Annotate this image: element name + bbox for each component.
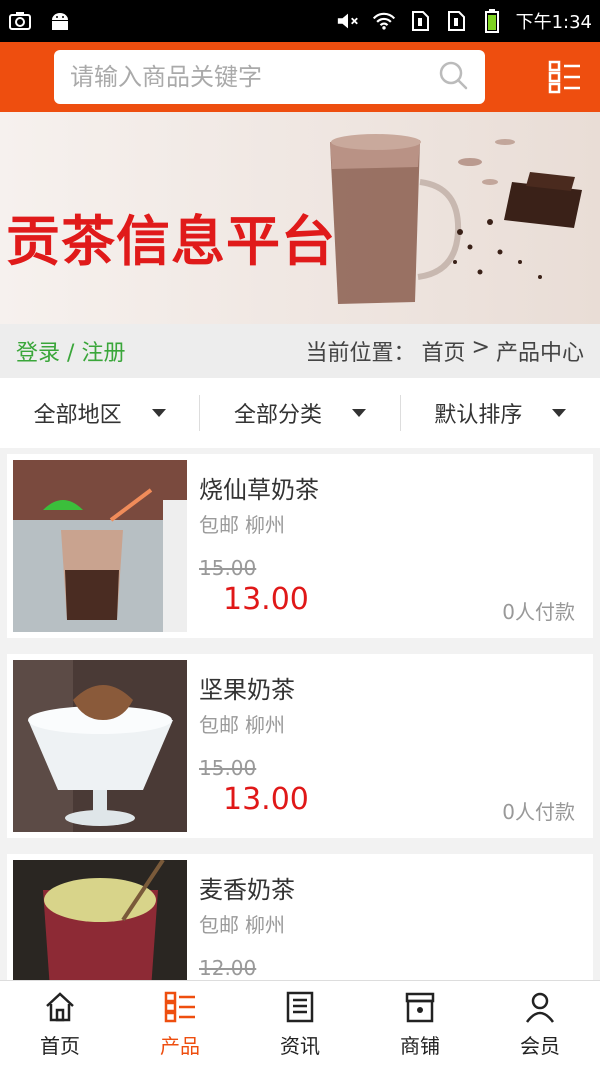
nav-news-label: 资讯 [280, 1033, 320, 1058]
filter-region[interactable]: 全部地区 [0, 395, 201, 431]
original-price: 15.00 [199, 556, 257, 580]
search-input[interactable] [70, 63, 437, 91]
status-time: 下午1:34 [515, 12, 592, 33]
product-name[interactable]: 烧仙草奶茶 [199, 470, 319, 505]
city-label: 柳州 [245, 913, 285, 937]
caret-down-icon [552, 409, 567, 417]
nav-shop[interactable]: 商铺 [360, 981, 480, 1067]
original-price: 15.00 [199, 756, 257, 780]
nav-home[interactable]: 首页 [0, 981, 120, 1067]
caret-down-icon [151, 409, 166, 417]
original-price: 12.00 [199, 956, 257, 980]
filter-category-label: 全部分类 [233, 403, 322, 428]
shop-icon [405, 992, 435, 1022]
products-icon [164, 991, 195, 1022]
caret-down-icon [352, 409, 366, 417]
product-image[interactable] [13, 660, 187, 832]
sold-count: 0人付款 [502, 600, 575, 624]
filter-sort-label: 默认排序 [434, 403, 523, 428]
news-icon [286, 991, 314, 1022]
search-icon[interactable] [437, 59, 469, 95]
bottom-nav: 首页 产品 资讯 商铺 会员 [0, 980, 600, 1067]
login-separator: / [67, 341, 75, 366]
category-menu-icon[interactable] [548, 60, 582, 94]
product-card[interactable]: 烧仙草奶茶 包邮 柳州 15.00 13.00 0人付款 [7, 454, 593, 638]
breadcrumb: 当前位置： 首页 > 产品中心 [306, 335, 584, 367]
product-card[interactable]: 麦香奶茶 包邮 柳州 12.00 [7, 854, 593, 980]
banner[interactable]: 贡茶信息平台 [0, 112, 600, 324]
home-icon [46, 991, 74, 1021]
product-meta: 包邮 柳州 [199, 909, 285, 938]
product-meta: 包邮 柳州 [199, 509, 285, 538]
breadcrumb-arrow: > [471, 335, 490, 360]
sim2-icon [444, 10, 468, 32]
register-label[interactable]: 注册 [81, 341, 125, 366]
filter-sort[interactable]: 默认排序 [401, 395, 600, 431]
product-image[interactable] [13, 460, 187, 632]
product-name[interactable]: 坚果奶茶 [199, 670, 295, 705]
sale-price: 13.00 [223, 582, 309, 617]
login-link[interactable]: 登录 / 注册 [16, 335, 125, 367]
breadcrumb-bar: 登录 / 注册 当前位置： 首页 > 产品中心 [0, 324, 600, 378]
product-image[interactable] [13, 860, 187, 980]
status-bar: 下午1:34 [0, 0, 600, 42]
product-list: 烧仙草奶茶 包邮 柳州 15.00 13.00 0人付款 坚果奶茶 包邮 柳州 [0, 454, 600, 980]
city-label: 柳州 [245, 513, 285, 537]
nav-products-label: 产品 [160, 1033, 200, 1058]
login-label[interactable]: 登录 [16, 341, 60, 366]
android-icon [48, 10, 72, 32]
nav-member-label: 会员 [520, 1033, 560, 1058]
breadcrumb-current: 产品中心 [495, 341, 584, 366]
shipping-label: 包邮 [199, 913, 239, 937]
mute-icon [336, 10, 360, 32]
member-icon [525, 992, 555, 1023]
banner-title: 贡茶信息平台 [6, 210, 336, 273]
filter-category[interactable]: 全部分类 [200, 395, 401, 431]
nav-member[interactable]: 会员 [480, 981, 600, 1067]
sim1-icon [408, 10, 432, 32]
sold-count: 0人付款 [502, 800, 575, 824]
product-meta: 包邮 柳州 [199, 709, 285, 738]
nav-shop-label: 商铺 [400, 1033, 440, 1058]
location-label: 当前位置： [305, 341, 416, 366]
wifi-icon [372, 10, 396, 32]
filter-region-label: 全部地区 [33, 403, 122, 428]
shipping-label: 包邮 [199, 713, 239, 737]
nav-products[interactable]: 产品 [120, 981, 240, 1067]
screenshot-icon [8, 10, 32, 32]
product-card[interactable]: 坚果奶茶 包邮 柳州 15.00 13.00 0人付款 [7, 654, 593, 838]
top-bar [0, 42, 600, 112]
battery-icon [480, 9, 504, 33]
filter-bar: 全部地区 全部分类 默认排序 [0, 378, 600, 448]
nav-news[interactable]: 资讯 [240, 981, 360, 1067]
sale-price: 13.00 [223, 782, 309, 817]
city-label: 柳州 [245, 713, 285, 737]
shipping-label: 包邮 [199, 513, 239, 537]
search-box[interactable] [54, 50, 485, 104]
nav-home-label: 首页 [40, 1033, 80, 1058]
breadcrumb-home[interactable]: 首页 [422, 335, 466, 367]
product-name[interactable]: 麦香奶茶 [199, 870, 295, 905]
